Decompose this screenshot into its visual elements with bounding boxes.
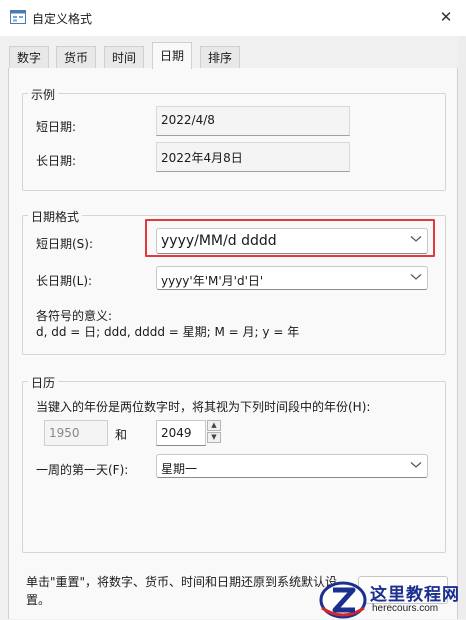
- reset-description-line2: 置。: [26, 593, 51, 607]
- chevron-down-icon: [410, 274, 422, 280]
- long-date-label: 长日期(L):: [36, 274, 93, 288]
- watermark-url: herecours.com: [372, 603, 439, 614]
- scrollbar[interactable]: [458, 36, 466, 619]
- end-year-input[interactable]: 2049: [156, 420, 206, 446]
- long-date-combobox[interactable]: yyyy'年'M'月'd'日': [156, 266, 428, 290]
- tab-currency[interactable]: 货币: [56, 46, 97, 68]
- chevron-down-icon: [410, 462, 422, 468]
- and-label: 和: [115, 428, 128, 442]
- example-short-label: 短日期:: [36, 120, 77, 134]
- two-digit-year-label: 当键入的年份是两位数字时，将其视为下列时间段中的年份(H):: [36, 400, 371, 414]
- example-long-label: 长日期:: [36, 154, 77, 168]
- symbol-legend-title: 各符号的意义:: [36, 309, 113, 323]
- calendar-group-title: 日历: [28, 374, 59, 391]
- close-icon[interactable]: ✕: [432, 4, 460, 30]
- first-day-label: 一周的第一天(F):: [36, 463, 129, 477]
- window-app-icon: [10, 10, 26, 24]
- highlight-box: [145, 219, 435, 257]
- tab-number[interactable]: 数字: [9, 46, 50, 68]
- example-long-value: 2022年4月8日: [156, 142, 350, 172]
- watermark-logo-icon: [319, 581, 367, 619]
- first-day-combobox[interactable]: 星期一: [156, 454, 428, 478]
- tab-date[interactable]: 日期: [152, 42, 193, 69]
- first-day-value: 星期一: [161, 462, 198, 476]
- example-group-title: 示例: [28, 86, 59, 103]
- tab-time[interactable]: 时间: [104, 46, 145, 68]
- spin-down-icon[interactable]: ▼: [207, 432, 221, 443]
- short-date-label: 短日期(S):: [36, 237, 94, 251]
- reset-description-line1: 单击"重置"，将数字、货币、时间和日期还原到系统默认设: [26, 575, 338, 589]
- symbol-legend-text: d, dd = 日; ddd, dddd = 星期; M = 月; y = 年: [36, 325, 300, 339]
- spin-up-icon[interactable]: ▲: [207, 420, 221, 431]
- start-year-field: 1950: [44, 420, 108, 446]
- example-short-value: 2022/4/8: [156, 106, 350, 136]
- tab-sort[interactable]: 排序: [200, 46, 241, 68]
- long-date-value: yyyy'年'M'月'd'日': [161, 274, 264, 288]
- date-format-group-title: 日期格式: [28, 208, 83, 225]
- watermark-title: 这里教程网: [370, 585, 460, 605]
- window-title: 自定义格式: [32, 12, 93, 26]
